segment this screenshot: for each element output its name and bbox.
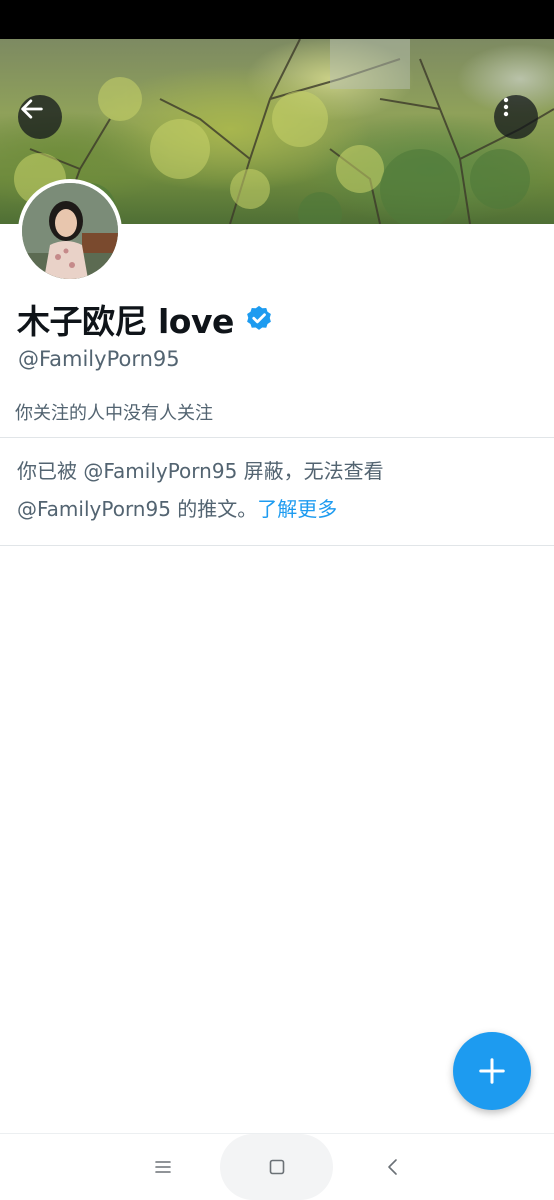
avatar-person-image [22,183,118,279]
divider [0,437,554,438]
home-square-icon [269,1159,285,1175]
blocked-notice: 你已被 @FamilyPorn95 屏蔽，无法查看 @FamilyPorn95 … [17,452,537,528]
plus-icon [479,1058,505,1084]
more-vertical-icon [503,97,509,117]
home-button[interactable] [262,1152,292,1182]
display-name: 木子欧尼 love [17,302,234,341]
avatar[interactable] [18,179,122,283]
system-navigation-bar [0,1133,554,1200]
profile-handle: @FamilyPorn95 [18,347,180,371]
divider [0,545,554,546]
back-button[interactable] [18,95,62,139]
compose-fab[interactable] [453,1032,531,1110]
menu-icon [155,1161,171,1173]
followers-you-know[interactable]: 你关注的人中没有人关注 [15,399,213,425]
status-bar [0,0,554,39]
more-options-button[interactable] [494,95,538,139]
learn-more-link[interactable]: 了解更多 [257,497,337,521]
avatar-photo [22,183,118,279]
arrow-left-icon [21,99,43,119]
recents-button[interactable] [148,1152,178,1182]
display-name-row: 木子欧尼 love [17,296,274,342]
chevron-left-icon [388,1159,397,1175]
system-back-button[interactable] [378,1152,408,1182]
verified-badge-icon[interactable] [244,304,274,334]
